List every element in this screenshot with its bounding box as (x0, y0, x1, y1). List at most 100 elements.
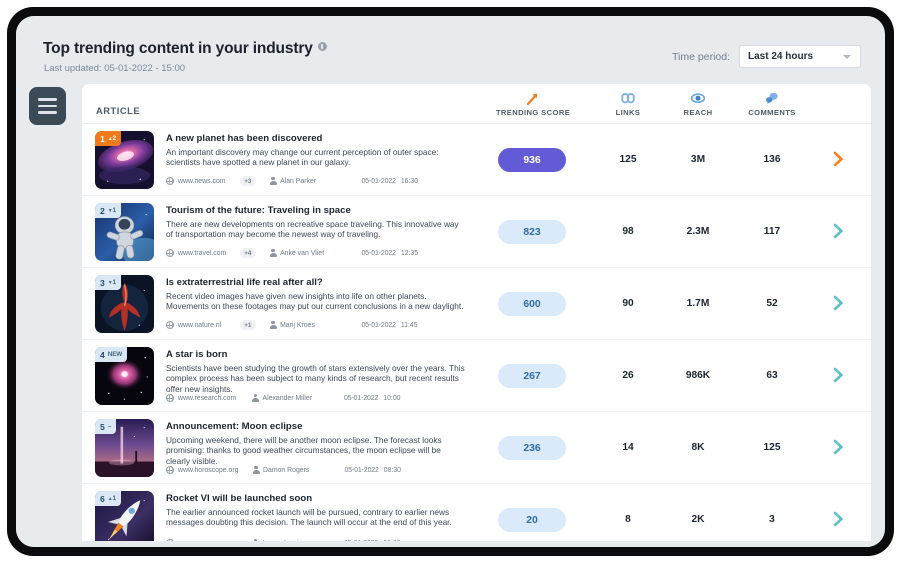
author-block: Damon Rogers (253, 466, 331, 474)
article-description: There are new developments on recreative… (166, 219, 466, 240)
article-title[interactable]: Is extraterrestrial life real after all? (166, 277, 466, 288)
sidebar-rail (16, 16, 82, 547)
row-detail-chevron-icon[interactable] (829, 150, 847, 168)
source-site[interactable]: www.news.com (178, 178, 238, 185)
table-row[interactable]: 2▼1 Tourism of the future: Traveling in s… (82, 196, 871, 268)
globe-icon (166, 466, 174, 474)
rank-number: 3 (100, 278, 105, 288)
comments-value: 63 (733, 370, 811, 381)
row-detail-chevron-icon[interactable] (829, 222, 847, 240)
table-row[interactable]: 4NEWA star is bornScientists have been s… (82, 340, 871, 412)
time-period-value: Last 24 hours (748, 51, 813, 62)
hamburger-menu-icon[interactable] (29, 87, 66, 125)
publish-date: 05-01-2022 (362, 178, 396, 185)
row-detail-chevron-icon[interactable] (829, 294, 847, 312)
rank-badge: 1▲2 (95, 131, 121, 146)
menu-bar (38, 111, 57, 114)
additional-sources-chip[interactable]: +3 (240, 176, 256, 186)
links-value: 14 (596, 442, 660, 453)
time-period-dropdown[interactable]: Last 24 hours (739, 45, 861, 68)
source-site[interactable]: www.nature.nl (178, 322, 238, 329)
globe-icon (166, 249, 174, 257)
publish-date: 05-01-2022 (345, 467, 379, 474)
links-value: 98 (596, 226, 660, 237)
article-title[interactable]: Announcement: Moon eclipse (166, 421, 466, 432)
article-meta: www.horoscope.org Damon Rogers 05-01-2022 0… (166, 466, 401, 474)
author-block: Marij Kroes (270, 321, 348, 329)
article-thumbnail[interactable]: 1▲2 (95, 131, 154, 189)
rank-badge: 2▼1 (95, 203, 121, 218)
row-detail-chevron-icon[interactable] (829, 510, 847, 528)
globe-icon (166, 394, 174, 402)
article-thumbnail[interactable]: 4NEW (95, 347, 154, 405)
trending-arrow-icon (478, 91, 588, 106)
person-icon (253, 466, 260, 474)
rank-number: 2 (100, 206, 105, 216)
links-value: 125 (596, 154, 660, 165)
trending-score-pill: 600 (498, 292, 566, 316)
rank-badge: 5– (95, 419, 116, 434)
page-title-text: Top trending content in your industry (43, 40, 313, 57)
column-header-reach: REACH (666, 91, 730, 117)
table-row[interactable]: 6▲1Rocket VI will be launched soonThe ea… (82, 484, 871, 547)
publish-date: 05-01-2022 (362, 322, 396, 329)
additional-sources-chip[interactable]: +1 (240, 320, 256, 330)
reach-value: 1.7M (666, 298, 730, 309)
table-row[interactable]: 5–Announcement: Moon eclipseUpcoming wee… (82, 412, 871, 484)
publish-time: 12:35 (401, 250, 418, 257)
menu-bar (38, 105, 57, 108)
trending-score-pill: 236 (498, 436, 566, 460)
page-title: Top trending content in your industry (43, 40, 327, 58)
author-name: Damon Rogers (263, 467, 309, 474)
article-meta: www.news.com+3Alan Parker05-01-202216:30 (166, 176, 418, 186)
article-thumbnail[interactable]: 2▼1 (95, 203, 154, 261)
last-updated-text: Last updated: 05-01-2022 - 15:00 (44, 63, 185, 74)
rank-badge: 4NEW (95, 347, 127, 362)
column-header-article: ARTICLE (96, 106, 140, 116)
author-name: Alexander Miller (263, 395, 312, 402)
table-row[interactable]: 1▲2A new planet has been discoveredAn im… (82, 124, 871, 196)
source-site[interactable]: www.horoscope.org (178, 467, 239, 474)
rank-delta-down: ▼1 (108, 207, 116, 214)
publish-time: 11:45 (401, 322, 418, 329)
globe-icon (166, 177, 174, 185)
article-description: Recent video images have given new insig… (166, 291, 466, 312)
article-thumbnail[interactable]: 3▼1 (95, 275, 154, 333)
rank-badge: 6▲1 (95, 491, 121, 506)
links-value: 26 (596, 370, 660, 381)
publish-time: 10:00 (383, 395, 400, 402)
eye-icon (666, 91, 730, 106)
source-site[interactable]: www.research.com (178, 395, 238, 402)
info-icon[interactable] (318, 42, 327, 51)
comments-value: 125 (733, 442, 811, 453)
trending-content-card: ARTICLE TRENDING SCORE LINKS (82, 84, 871, 547)
row-detail-chevron-icon[interactable] (829, 438, 847, 456)
person-icon (270, 321, 277, 329)
publish-time: 08:30 (384, 467, 401, 474)
column-header-reach-label: REACH (666, 108, 730, 117)
article-thumbnail[interactable]: 5– (95, 419, 154, 477)
publish-date: 05-01-2022 (344, 395, 378, 402)
trending-score-pill: 936 (498, 148, 566, 172)
article-title[interactable]: Rocket VI will be launched soon (166, 493, 466, 504)
links-value: 90 (596, 298, 660, 309)
column-header-comments-label: COMMENTS (733, 108, 811, 117)
card-bottom-edge (82, 541, 871, 547)
source-site[interactable]: www.travel.com (178, 250, 238, 257)
additional-sources-chip[interactable]: +4 (240, 248, 256, 258)
table-header: ARTICLE TRENDING SCORE LINKS (82, 84, 871, 124)
rank-delta-up: ▲1 (108, 495, 116, 502)
reach-value: 2K (666, 514, 730, 525)
row-detail-chevron-icon[interactable] (829, 366, 847, 384)
article-title[interactable]: A new planet has been discovered (166, 133, 466, 144)
reach-value: 8K (666, 442, 730, 453)
table-row[interactable]: 3▼1 Is extraterrestrial life real after a… (82, 268, 871, 340)
comment-bubbles-icon (733, 91, 811, 106)
article-title[interactable]: A star is born (166, 349, 466, 360)
article-title[interactable]: Tourism of the future: Traveling in spac… (166, 205, 466, 216)
article-thumbnail[interactable]: 6▲1 (95, 491, 154, 547)
rank-number: 6 (100, 494, 105, 504)
trending-score-pill: 823 (498, 220, 566, 244)
rank-number: 5 (100, 422, 105, 432)
menu-bar (38, 98, 57, 101)
